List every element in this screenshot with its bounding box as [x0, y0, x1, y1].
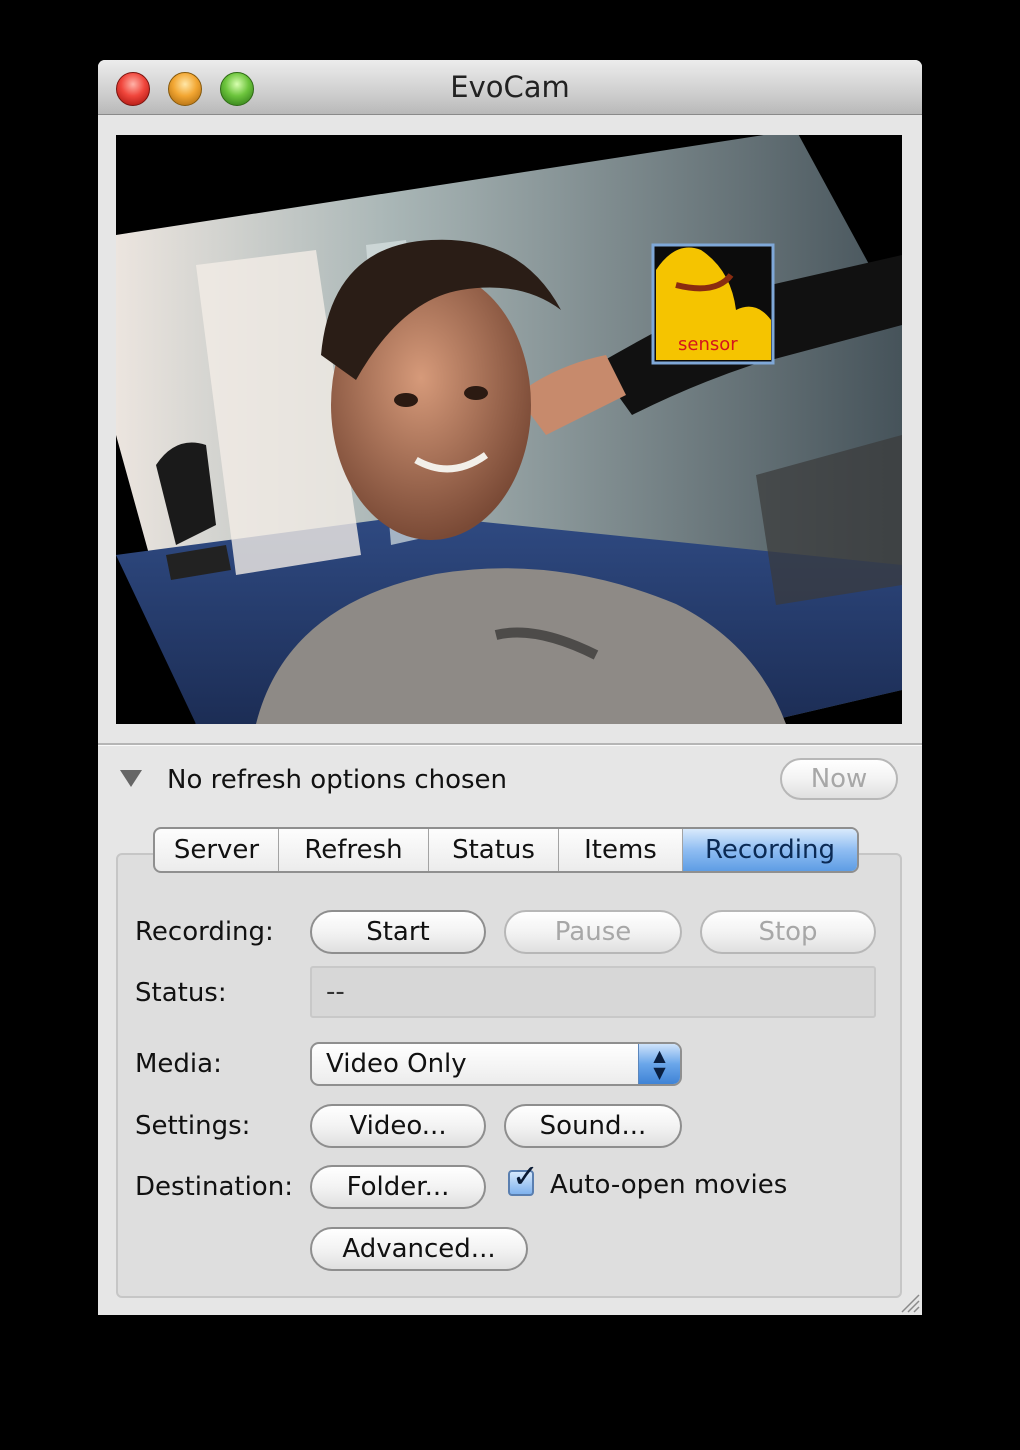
advanced-button[interactable]: Advanced... — [310, 1227, 528, 1271]
destination-label: Destination: — [135, 1172, 293, 1202]
media-select[interactable]: Video Only ▲ ▼ — [310, 1042, 682, 1086]
tab-recording[interactable]: Recording — [683, 829, 857, 871]
status-label: Status: — [135, 978, 227, 1008]
now-button[interactable]: Now — [780, 758, 898, 800]
media-select-value: Video Only — [326, 1049, 467, 1079]
auto-open-label[interactable]: Auto-open movies — [550, 1165, 787, 1205]
recording-label: Recording: — [135, 917, 274, 947]
settings-label: Settings: — [135, 1111, 251, 1141]
camera-preview: sensor — [116, 135, 902, 724]
divider — [98, 743, 922, 746]
disclosure-triangle-icon[interactable] — [120, 770, 142, 787]
tab-server[interactable]: Server — [155, 829, 279, 871]
sensor-label: sensor — [678, 334, 738, 355]
tab-items[interactable]: Items — [559, 829, 683, 871]
checkmark-icon: ✓ — [512, 1157, 539, 1195]
pause-button[interactable]: Pause — [504, 910, 682, 954]
tab-bar: Server Refresh Status Items Recording — [153, 827, 859, 873]
start-button[interactable]: Start — [310, 910, 486, 954]
tab-status[interactable]: Status — [429, 829, 559, 871]
up-down-arrows-icon: ▲ ▼ — [638, 1044, 680, 1084]
sound-settings-button[interactable]: Sound... — [504, 1104, 682, 1148]
video-settings-button[interactable]: Video... — [310, 1104, 486, 1148]
resize-grip-icon[interactable] — [898, 1291, 920, 1313]
refresh-options-text: No refresh options chosen — [167, 765, 508, 795]
title-bar[interactable]: EvoCam — [98, 60, 922, 115]
auto-open-checkbox[interactable]: ✓ — [508, 1160, 539, 1196]
folder-button[interactable]: Folder... — [310, 1165, 486, 1209]
status-field: -- — [310, 966, 876, 1018]
tab-refresh[interactable]: Refresh — [279, 829, 429, 871]
camera-frame-image: sensor — [116, 135, 902, 724]
media-label: Media: — [135, 1049, 222, 1079]
evocam-window: EvoCam sensor No refresh options chosen … — [98, 60, 922, 1315]
stop-button[interactable]: Stop — [700, 910, 876, 954]
window-title: EvoCam — [450, 70, 570, 104]
